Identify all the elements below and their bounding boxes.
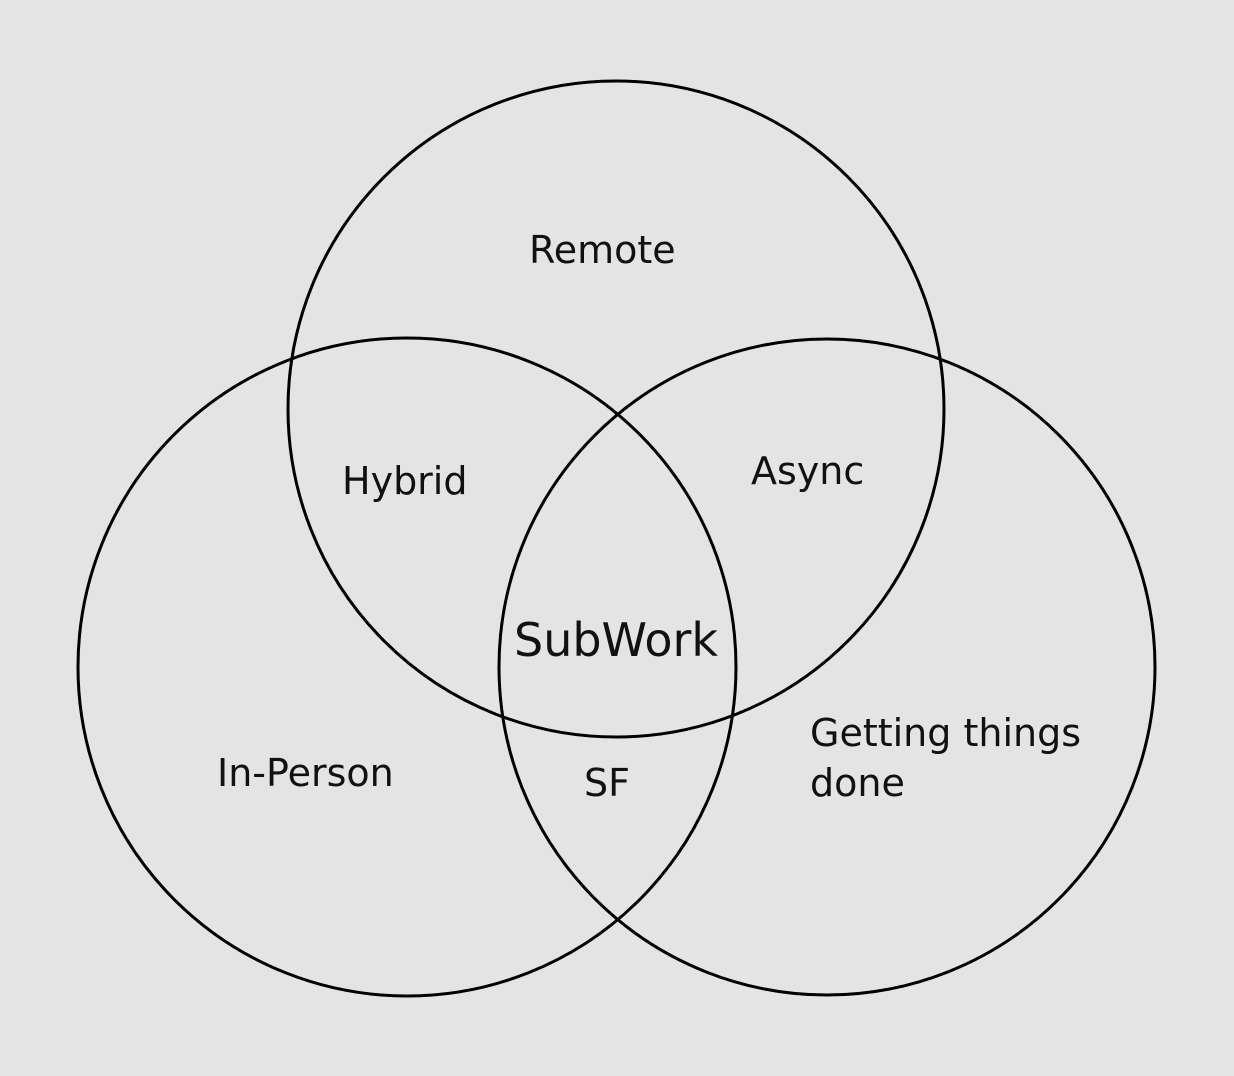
circle-getting-things-done (497, 337, 1157, 997)
label-subwork: SubWork (514, 613, 718, 667)
label-async: Async (751, 449, 864, 493)
label-remote: Remote (529, 228, 676, 272)
label-getting-things-done: Getting things done (810, 711, 1093, 805)
label-sf: SF (584, 761, 630, 805)
label-hybrid: Hybrid (342, 459, 468, 503)
label-in-person: In-Person (217, 751, 394, 795)
label-getting-things-done-line-1: Getting things (810, 711, 1081, 755)
circle-in-person (76, 336, 738, 998)
label-getting-things-done-line-2: done (810, 761, 905, 805)
venn-diagram: Remote Hybrid Async SubWork In-Person SF… (76, 79, 1157, 998)
